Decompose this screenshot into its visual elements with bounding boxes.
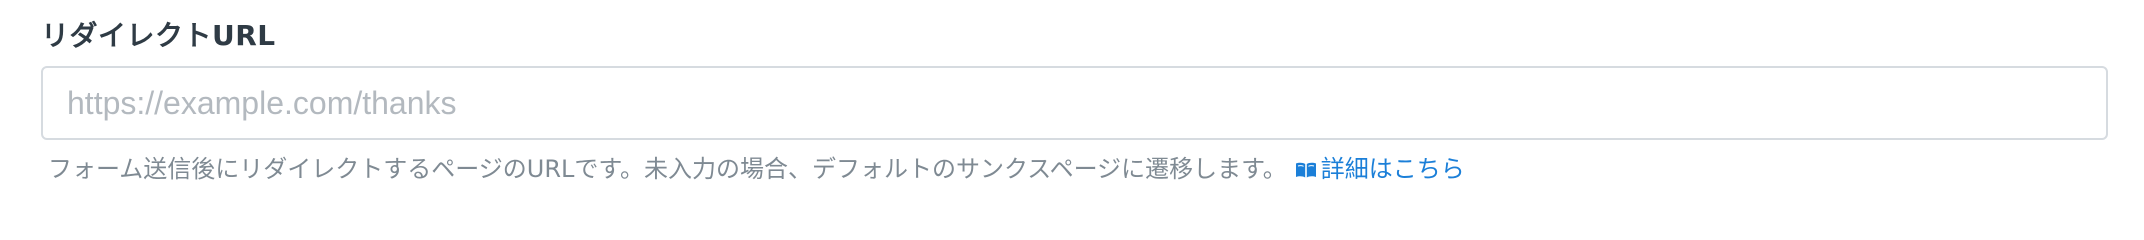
redirect-url-input[interactable] — [41, 66, 2108, 140]
redirect-url-field: リダイレクトURL フォーム送信後にリダイレクトするページのURLです。未入力の… — [0, 0, 2144, 220]
book-icon — [1295, 161, 1317, 179]
help-text: フォーム送信後にリダイレクトするページのURLです。未入力の場合、デフォルトのサ… — [48, 155, 1287, 183]
details-link[interactable]: 詳細はこちら — [1295, 155, 1465, 183]
redirect-url-help: フォーム送信後にリダイレクトするページのURLです。未入力の場合、デフォルトのサ… — [48, 152, 1465, 186]
details-link-label: 詳細はこちら — [1320, 155, 1465, 183]
redirect-url-label: リダイレクトURL — [41, 19, 276, 52]
